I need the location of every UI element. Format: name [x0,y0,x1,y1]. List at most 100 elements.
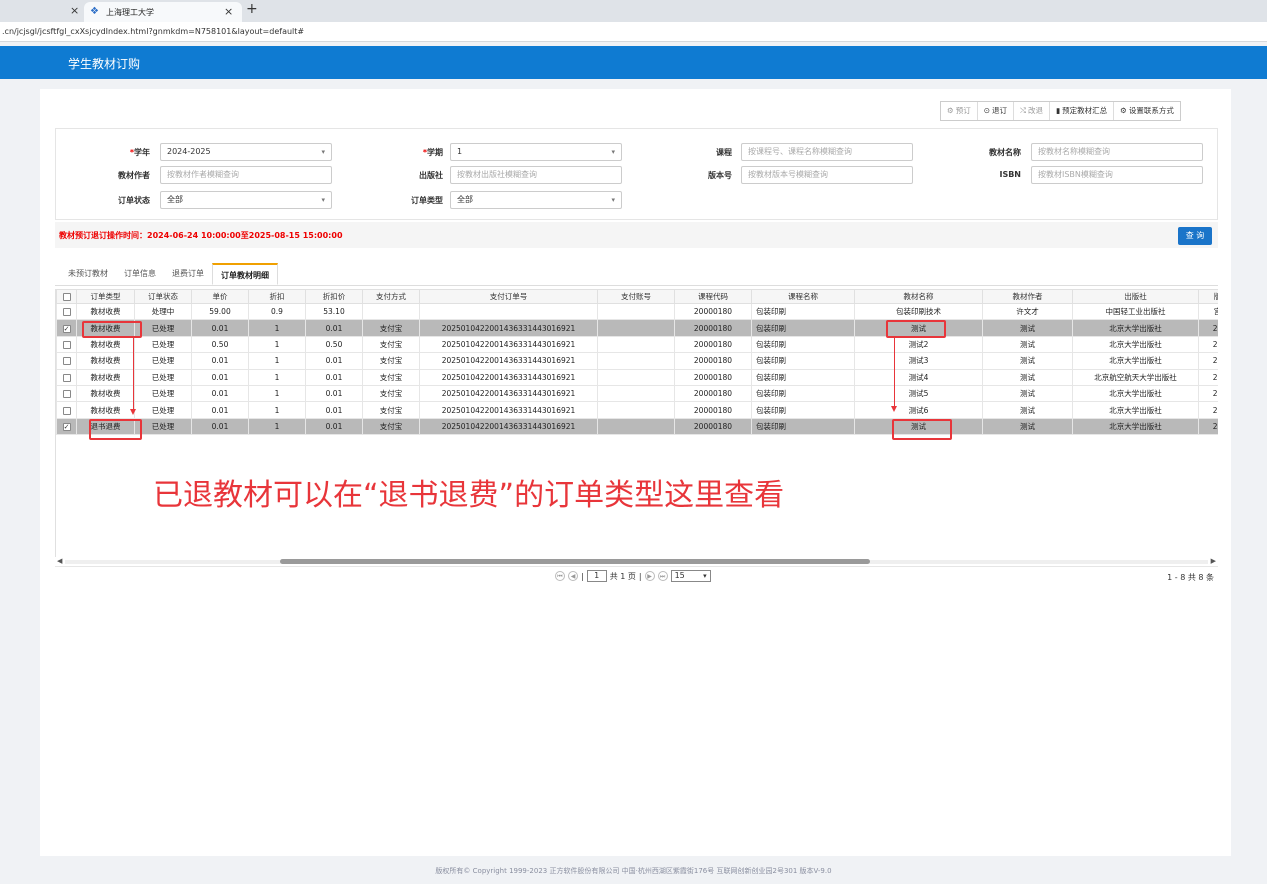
page-size-select[interactable]: 15 ▾ [670,570,711,582]
bar-chart-icon: ▮ [1056,106,1061,115]
publisher-input[interactable]: 按教材出版社模糊查询 [450,166,622,184]
table-row[interactable]: ✓ 退书退费 已处理 0.01 1 0.01 支付宝 20250104220014363314… [56,417,1218,436]
table-cell: 0.01 [305,384,363,403]
table-cell: 0.01 [191,384,249,403]
column-header[interactable]: 版 [1198,289,1218,304]
book-name-input[interactable]: 按教材名称模糊查询 [1031,143,1203,161]
table-cell: 教材收费 [76,302,135,321]
prev-page-icon[interactable]: ◀ [568,571,578,581]
row-checkbox[interactable]: ✓ [62,422,71,431]
term-select[interactable]: 1 ▾ [450,143,622,161]
table-row[interactable]: 教材收费 处理中 59.00 0.9 53.10 20000180 包装印刷 包装印刷技术 许文… [56,302,1218,321]
table-cell: 0.01 [191,417,249,436]
table-cell: 20000180 [674,352,752,370]
tab-close-icon[interactable]: × [224,5,233,18]
change-return-button[interactable]: ⤭ 改退 [1014,102,1051,120]
table-cell: 0.01 [305,417,363,436]
table-cell: 教材收费 [76,368,135,386]
table-header-row: 订单类型 订单状态 单价 折扣 折扣价 支付方式 支付订单号 支付账号 课程代码… [56,289,1218,304]
row-checkbox[interactable] [62,390,71,399]
row-checkbox-cell[interactable] [56,368,77,386]
gear-icon: ⚙ [1120,106,1127,115]
select-all-cell[interactable] [56,289,77,304]
table-cell: 0.01 [305,352,363,370]
first-page-icon[interactable]: ⏮ [555,571,565,581]
author-label: 教材作者 [118,171,150,180]
tab-refund-orders[interactable]: 退费订单 [164,263,212,285]
table-cell: 1 [248,401,306,419]
table-cell [597,302,675,321]
column-header[interactable]: 订单状态 [134,289,192,304]
row-checkbox-cell[interactable] [56,352,77,370]
edition-input[interactable]: 按教材版本号模糊查询 [741,166,913,184]
table-cell: 测试 [982,417,1073,436]
scroll-left-icon[interactable]: ◀ [57,557,62,565]
row-checkbox[interactable] [62,308,71,317]
column-header[interactable]: 教材作者 [982,289,1073,304]
column-header[interactable]: 单价 [191,289,249,304]
column-header[interactable]: 出版社 [1072,289,1199,304]
annotation-arrow-line [894,338,896,408]
scroll-right-icon[interactable]: ▶ [1211,557,1216,565]
table-cell [362,302,420,321]
column-header[interactable]: 折扣 [248,289,306,304]
author-input[interactable]: 按教材作者模糊查询 [160,166,332,184]
column-header[interactable]: 支付账号 [597,289,675,304]
row-checkbox[interactable] [62,373,71,382]
select-all-checkbox[interactable] [62,293,71,301]
horizontal-scrollbar[interactable]: ◀ ▶ [55,557,1218,566]
table-row[interactable]: 教材收费 已处理 0.01 1 0.01 支付宝 202501042200143633144… [56,352,1218,370]
column-header[interactable]: 课程代码 [674,289,752,304]
new-tab-icon[interactable]: + [246,1,258,17]
row-checkbox-cell[interactable]: ✓ [56,319,77,337]
row-checkbox[interactable]: ✓ [62,324,71,333]
table-cell: 测试6 [854,401,983,419]
table-row[interactable]: 教材收费 已处理 0.50 1 0.50 支付宝 202501042200143633144… [56,335,1218,354]
browser-tab-active[interactable]: ❖ 上海理工大学 × [84,2,242,22]
year-select[interactable]: 2024-2025 ▾ [160,143,332,161]
table-cell: 教材收费 [76,384,135,403]
column-header[interactable]: 支付订单号 [419,289,598,304]
row-checkbox-cell[interactable]: ✓ [56,417,77,436]
table-cell: 20000180 [674,368,752,386]
contact-settings-button[interactable]: ⚙ 设置联系方式 [1114,102,1180,120]
column-header[interactable]: 支付方式 [362,289,420,304]
highlight-box-book-name [886,320,946,338]
row-checkbox-cell[interactable] [56,302,77,321]
next-page-icon[interactable]: ▶ [644,571,655,581]
row-checkbox-cell[interactable] [56,401,77,419]
cancel-order-button[interactable]: ⊙ 退订 [978,102,1015,120]
scroll-thumb[interactable] [280,559,870,564]
column-header[interactable]: 订单类型 [76,289,135,304]
page-number-input[interactable]: 1 [586,570,607,582]
address-bar[interactable]: .cn/jcjsgl/jcsftfgl_cxXsjcydIndex.html?g… [0,22,1267,42]
column-header[interactable]: 教材名称 [854,289,983,304]
table-cell: 北京大学出版社 [1072,384,1199,403]
course-input[interactable]: 按课程号、课程名称模糊查询 [741,143,913,161]
row-checkbox[interactable] [62,406,71,415]
column-header[interactable]: 折扣价 [305,289,363,304]
reserve-button[interactable]: ⚙ 预订 [941,102,978,120]
table-row[interactable]: ✓ 教材收费 已处理 0.01 1 0.01 支付宝 20250104220014363314… [56,319,1218,337]
order-type-select[interactable]: 全部 ▾ [450,191,622,209]
table-cell: 包装印刷 [751,335,855,354]
row-checkbox-cell[interactable] [56,335,77,354]
table-cell: 已处理 [134,352,192,370]
tab-unordered-books[interactable]: 未预订教材 [60,263,116,285]
previous-tab-close-icon[interactable]: × [70,4,79,17]
isbn-input[interactable]: 按教材ISBN模糊查询 [1031,166,1203,184]
table-row[interactable]: 教材收费 已处理 0.01 1 0.01 支付宝 202501042200143633144… [56,401,1218,419]
table-row[interactable]: 教材收费 已处理 0.01 1 0.01 支付宝 202501042200143633144… [56,384,1218,403]
row-checkbox[interactable] [62,340,71,349]
row-checkbox[interactable] [62,357,71,366]
query-button[interactable]: 查 询 [1178,227,1212,245]
last-page-icon[interactable]: ⏭ [657,571,668,581]
tab-order-info[interactable]: 订单信息 [116,263,164,285]
book-summary-button[interactable]: ▮ 预定教材汇总 [1050,102,1115,120]
table-cell: 北京大学出版社 [1072,352,1199,370]
order-status-select[interactable]: 全部 ▾ [160,191,332,209]
row-checkbox-cell[interactable] [56,384,77,403]
column-header[interactable]: 课程名称 [751,289,855,304]
table-row[interactable]: 教材收费 已处理 0.01 1 0.01 支付宝 202501042200143633144… [56,368,1218,386]
tab-order-book-details[interactable]: 订单教材明细 [212,263,278,285]
